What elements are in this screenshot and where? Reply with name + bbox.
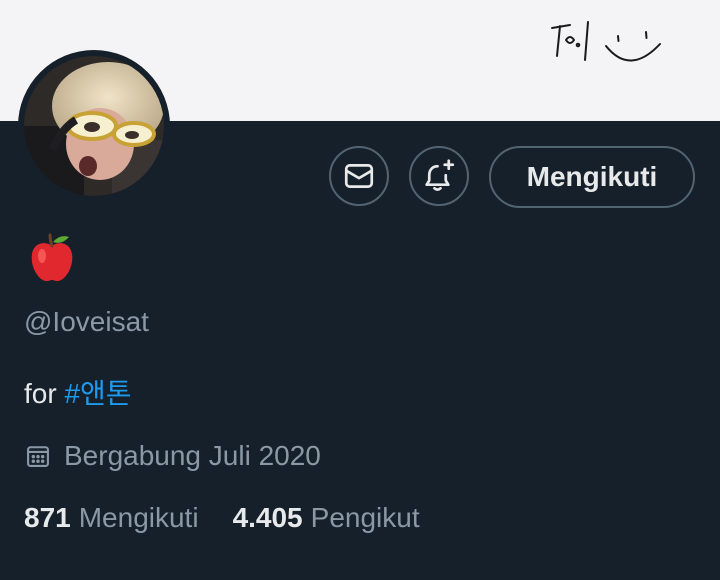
followers-label: Pengikut [310,502,420,533]
join-date: Bergabung Juli 2020 [24,440,321,472]
following-button[interactable]: Mengikuti [489,146,695,208]
bio-hashtag-link[interactable]: #앤톤 [64,378,131,409]
follow-stats: 871 Mengikuti 4.405 Pengikut [24,502,420,534]
join-date-text: Bergabung Juli 2020 [64,440,321,471]
followers-stat-link[interactable]: 4.405 Pengikut [233,502,420,534]
notification-subscribe-button[interactable] [409,146,469,206]
profile-handle: @Ioveisat [24,306,149,337]
followers-count: 4.405 [232,502,303,533]
profile-avatar[interactable] [18,50,170,202]
display-name-apple-icon [26,232,78,284]
following-button-label: Mengikuti [526,161,658,192]
bell-plus-icon [425,159,455,191]
following-stat-link[interactable]: 871 Mengikuti [24,502,199,534]
following-label: Mengikuti [78,502,199,533]
avatar-photo [24,56,164,196]
envelope-icon [344,164,374,188]
following-count: 871 [24,502,71,533]
message-button[interactable] [329,146,389,206]
profile-bio: for #앤톤 [24,372,132,412]
banner-signature-drawing [551,21,661,62]
calendar-icon [27,446,49,467]
bio-text: for [24,378,65,409]
